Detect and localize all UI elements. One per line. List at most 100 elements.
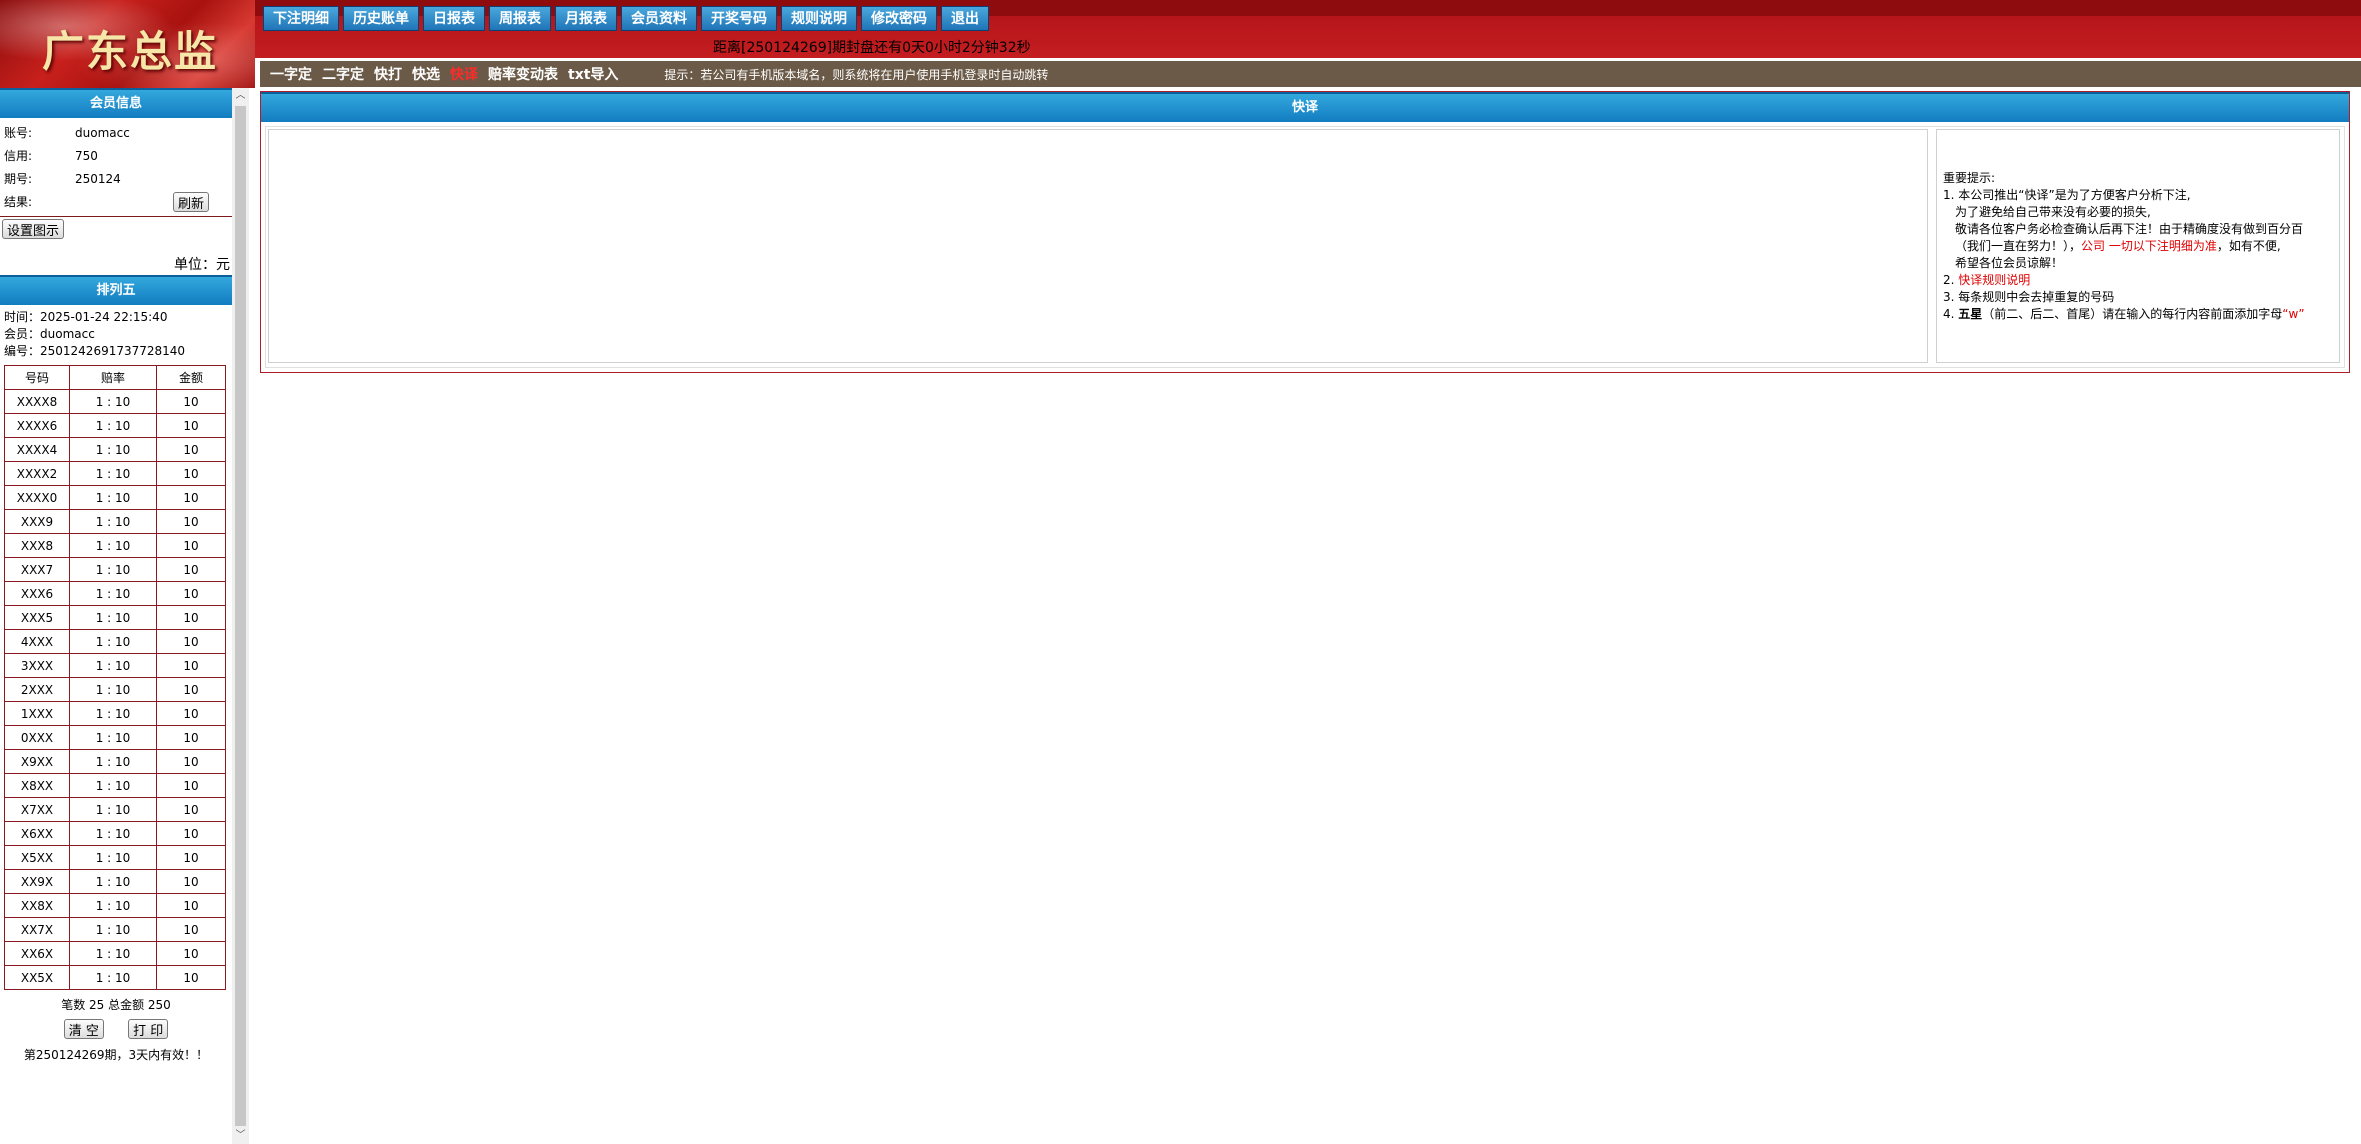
member-info-header: 会员信息 xyxy=(0,88,232,118)
cell-amount: 10 xyxy=(156,917,226,942)
cell-amount: 10 xyxy=(156,485,226,510)
note-4: 4. 五星（前二、后二、首尾）请在输入的每行内容前面添加字母“w” xyxy=(1943,307,2305,321)
cell-amount: 10 xyxy=(156,509,226,534)
cell-amount: 10 xyxy=(156,581,226,606)
subnav-quick-play[interactable]: 快打 xyxy=(374,64,402,84)
cell-odds: 1 : 10 xyxy=(69,821,157,846)
table-row: XX7X 1 : 10 10 xyxy=(4,917,226,942)
cell-amount: 10 xyxy=(156,749,226,774)
cell-amount: 10 xyxy=(156,701,226,726)
scroll-up-icon[interactable]: ︿ xyxy=(232,88,249,104)
cell-odds: 1 : 10 xyxy=(69,917,157,942)
nav-daily-report[interactable]: 日报表 xyxy=(423,6,485,31)
nav-change-password[interactable]: 修改密码 xyxy=(861,6,937,31)
cell-number: XXXX4 xyxy=(4,437,70,462)
quick-translate-input[interactable] xyxy=(268,129,1928,363)
cell-amount: 10 xyxy=(156,653,226,678)
cell-odds: 1 : 10 xyxy=(69,941,157,966)
ticket-validity: 第250124269期，3天内有效！！ xyxy=(23,1048,209,1062)
nav-history-bills[interactable]: 历史账单 xyxy=(343,6,419,31)
left-scrollbar[interactable]: ︿ ﹀ xyxy=(232,88,249,1144)
cell-odds: 1 : 10 xyxy=(69,509,157,534)
subnav-one-digit[interactable]: 一字定 xyxy=(270,64,312,84)
table-row: XXXX8 1 : 10 10 xyxy=(4,389,226,414)
nav-rules[interactable]: 规则说明 xyxy=(781,6,857,31)
brand-logo: 广东总监 xyxy=(0,0,255,88)
table-row: XX6X 1 : 10 10 xyxy=(4,941,226,966)
table-row: XXX8 1 : 10 10 xyxy=(4,533,226,558)
refresh-button[interactable]: 刷新 xyxy=(173,192,210,212)
table-row: X8XX 1 : 10 10 xyxy=(4,773,226,798)
note-2: 2. 快译规则说明 xyxy=(1943,273,2031,287)
subnav-quick-translate[interactable]: 快译 xyxy=(450,64,478,84)
subnav-hint: 提示：若公司有手机版本域名，则系统将在用户使用手机登录时自动跳转 xyxy=(664,67,1049,82)
subnav-txt-import[interactable]: txt导入 xyxy=(568,64,618,84)
quick-translate-header: 快译 xyxy=(261,92,2349,122)
cell-odds: 1 : 10 xyxy=(69,725,157,750)
cell-amount: 10 xyxy=(156,725,226,750)
cell-odds: 1 : 10 xyxy=(69,773,157,798)
close-countdown: 距离[250124269]期封盘还有0天0小时2分钟32秒 xyxy=(713,40,1031,56)
subnav-quick-pick[interactable]: 快选 xyxy=(412,64,440,84)
table-row: 4XXX 1 : 10 10 xyxy=(4,629,226,654)
cell-amount: 10 xyxy=(156,413,226,438)
cell-amount: 10 xyxy=(156,677,226,702)
cell-amount: 10 xyxy=(156,821,226,846)
cell-number: XX8X xyxy=(4,893,70,918)
quick-translate-rules-link[interactable]: 快译规则说明 xyxy=(1958,273,2030,287)
ticket-rows: XXXX8 1 : 10 10 XXXX6 1 : 10 10 XXXX4 1 : 10 10 X… xyxy=(4,389,226,990)
cell-amount: 10 xyxy=(156,965,226,990)
clear-button[interactable]: 清 空 xyxy=(63,1019,104,1039)
period-value: 250124 xyxy=(75,172,121,186)
result-label: 结果: xyxy=(4,195,33,209)
cell-odds: 1 : 10 xyxy=(69,869,157,894)
cell-number: XXX7 xyxy=(4,557,70,582)
table-row: XXXX2 1 : 10 10 xyxy=(4,461,226,486)
nav-weekly-report[interactable]: 周报表 xyxy=(489,6,551,31)
ticket-summary: 笔数 25 总金额 250 xyxy=(61,998,171,1012)
nav-draw-numbers[interactable]: 开奖号码 xyxy=(701,6,777,31)
table-row: XXXX4 1 : 10 10 xyxy=(4,437,226,462)
cell-number: XX5X xyxy=(4,965,70,990)
cell-odds: 1 : 10 xyxy=(69,581,157,606)
note-1: 1. 本公司推出“快译”是为了方便客户分析下注, xyxy=(1943,188,2191,202)
cell-number: 3XXX xyxy=(4,653,70,678)
nav-bet-details[interactable]: 下注明细 xyxy=(263,6,339,31)
cell-amount: 10 xyxy=(156,869,226,894)
table-row: XXX9 1 : 10 10 xyxy=(4,509,226,534)
table-row: XXX7 1 : 10 10 xyxy=(4,557,226,582)
nav-logout[interactable]: 退出 xyxy=(941,6,989,31)
subnav-odds-changes[interactable]: 赔率变动表 xyxy=(488,64,558,84)
cell-amount: 10 xyxy=(156,773,226,798)
cell-odds: 1 : 10 xyxy=(69,605,157,630)
cell-number: X5XX xyxy=(4,845,70,870)
table-row: 1XXX 1 : 10 10 xyxy=(4,701,226,726)
scroll-thumb[interactable] xyxy=(235,106,246,1126)
cell-amount: 10 xyxy=(156,461,226,486)
scroll-down-icon[interactable]: ﹀ xyxy=(232,1128,249,1144)
note-4-letter: “w” xyxy=(2282,307,2305,321)
cell-odds: 1 : 10 xyxy=(69,845,157,870)
print-button[interactable]: 打 印 xyxy=(128,1019,169,1039)
subnav-two-digit[interactable]: 二字定 xyxy=(322,64,364,84)
credit-label: 信用: xyxy=(4,149,33,163)
note-1e: 希望各位会员谅解！ xyxy=(1955,256,2064,270)
table-row: XXX6 1 : 10 10 xyxy=(4,581,226,606)
table-row: XXXX6 1 : 10 10 xyxy=(4,413,226,438)
unit-label: 单位：元 xyxy=(174,257,230,273)
ticket-table: 号码 赔率 金额 XXXX8 1 : 10 10 XXXX6 1 : 10 10 XXXX4… xyxy=(4,365,226,990)
ticket-time: 时间：2025-01-24 22:15:40 xyxy=(4,310,168,324)
note-3: 3. 每条规则中会去掉重复的号码 xyxy=(1943,290,2115,304)
nav-member-profile[interactable]: 会员资料 xyxy=(621,6,697,31)
table-row: X6XX 1 : 10 10 xyxy=(4,821,226,846)
account-value: duomacc xyxy=(75,126,130,140)
result-row: 结果: 刷新 xyxy=(0,191,232,214)
cell-odds: 1 : 10 xyxy=(69,677,157,702)
table-row: X5XX 1 : 10 10 xyxy=(4,845,226,870)
cell-amount: 10 xyxy=(156,437,226,462)
cell-odds: 1 : 10 xyxy=(69,485,157,510)
cell-amount: 10 xyxy=(156,941,226,966)
settings-icon-button[interactable]: 设置图示 xyxy=(2,219,65,239)
nav-monthly-report[interactable]: 月报表 xyxy=(555,6,617,31)
left-panel: 会员信息 账号: duomacc 信用: 750 期号: 250124 结果: … xyxy=(0,88,232,1144)
